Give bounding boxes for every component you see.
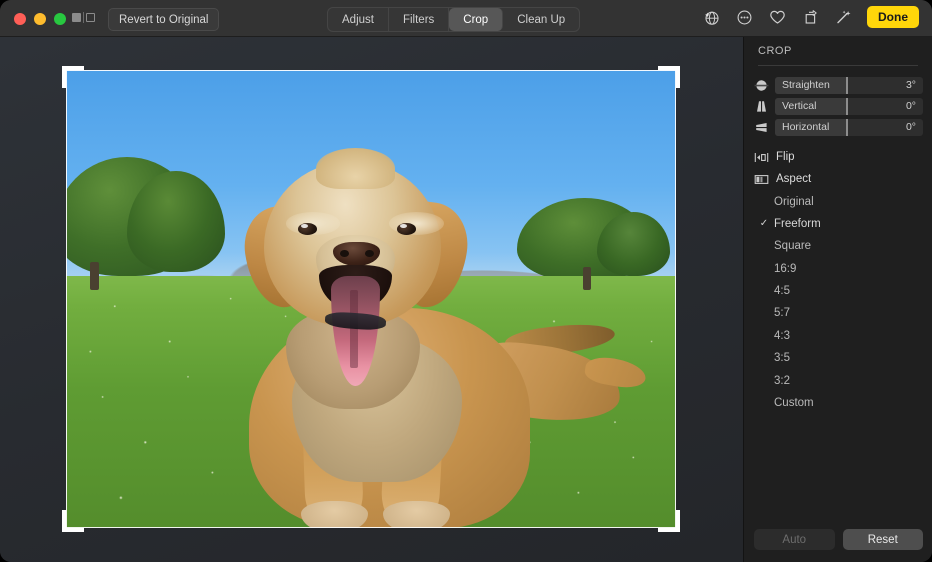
rotate-crop-icon[interactable] [801, 8, 819, 26]
aspect-option-label: 16:9 [774, 263, 796, 275]
tab-adjust[interactable]: Adjust [328, 8, 389, 31]
flip-label: Flip [776, 151, 795, 163]
toolbar: Revert to Original Adjust Filters Crop C… [0, 0, 932, 37]
horizontal-value: 0° [906, 119, 916, 136]
crop-handle-bottom-left-v[interactable] [62, 510, 66, 532]
aspect-option-label: Freeform [774, 218, 821, 230]
photo-canvas [0, 37, 743, 562]
minimize-button[interactable] [34, 13, 46, 25]
flip-icon [754, 150, 769, 165]
horizontal-slider[interactable]: Horizontal 0° [775, 119, 923, 136]
vertical-slider[interactable]: Vertical 0° [775, 98, 923, 115]
dog-nostril-right [365, 250, 374, 257]
heart-icon[interactable] [768, 8, 786, 26]
dog-front-paw-right [383, 501, 450, 528]
aspect-option-3-2[interactable]: 3:2 [754, 372, 923, 389]
aspect-check-freeform: ✓ [754, 218, 774, 229]
more-ellipsis-icon[interactable] [735, 8, 753, 26]
aspect-option-label: 3:5 [774, 352, 790, 364]
done-button[interactable]: Done [867, 6, 919, 28]
aspect-option-label: 5:7 [774, 307, 790, 319]
straighten-slider-row: Straighten 3° [754, 76, 923, 94]
vertical-slider-knob[interactable] [846, 98, 848, 115]
vertical-value: 0° [906, 98, 916, 115]
horizontal-perspective-icon [754, 120, 769, 135]
crop-handle-bottom-right-v[interactable] [676, 510, 680, 532]
auto-label: Auto [782, 534, 806, 546]
horizontal-slider-knob[interactable] [846, 119, 848, 136]
revert-to-original-button[interactable]: Revert to Original [108, 8, 219, 31]
vertical-slider-fill [775, 98, 846, 115]
tab-clean-up[interactable]: Clean Up [503, 8, 579, 31]
dog-nostril-left [340, 250, 349, 257]
photos-edit-window: Revert to Original Adjust Filters Crop C… [0, 0, 932, 562]
straighten-value: 3° [906, 77, 916, 94]
dog-front-paw-left [301, 501, 368, 528]
aspect-option-original[interactable]: Original [754, 193, 923, 210]
vertical-perspective-icon [754, 99, 769, 114]
auto-button[interactable]: Auto [754, 529, 835, 550]
straighten-slider[interactable]: Straighten 3° [775, 77, 923, 94]
aspect-option-label: Square [774, 240, 811, 252]
tab-filters[interactable]: Filters [389, 8, 449, 31]
sidebar-filled-square [72, 13, 81, 22]
close-button[interactable] [14, 13, 26, 25]
aspect-label: Aspect [776, 173, 811, 185]
tab-crop[interactable]: Crop [449, 8, 503, 31]
crop-frame[interactable] [66, 70, 676, 528]
crop-panel: CROP Straighten 3° [743, 37, 932, 562]
sidebar-toggle-icon[interactable] [72, 12, 95, 23]
aspect-option-4-3[interactable]: 4:3 [754, 327, 923, 344]
edit-mode-segmented-control: Adjust Filters Crop Clean Up [327, 7, 580, 32]
sidebar-divider [83, 12, 84, 23]
photo-image [66, 70, 676, 528]
crop-edge-top[interactable] [66, 70, 676, 71]
window-controls [14, 13, 66, 25]
crop-handle-top-right-v[interactable] [676, 66, 680, 88]
crop-edge-left[interactable] [66, 70, 67, 528]
aspect-option-freeform[interactable]: ✓ Freeform [754, 215, 923, 232]
aspect-option-label: 4:5 [774, 285, 790, 297]
aspect-option-label: Original [774, 196, 814, 208]
aspect-option-4-5[interactable]: 4:5 [754, 282, 923, 299]
vertical-slider-row: Vertical 0° [754, 97, 923, 115]
panel-divider [758, 65, 918, 66]
aspect-option-label: 3:2 [774, 375, 790, 387]
globe-sparkle-icon[interactable] [702, 8, 720, 26]
maximize-button[interactable] [54, 13, 66, 25]
straighten-slider-knob[interactable] [846, 77, 848, 94]
aspect-option-custom[interactable]: Custom [754, 394, 923, 411]
crop-edge-bottom[interactable] [66, 527, 676, 528]
done-label: Done [878, 10, 908, 24]
aspect-item[interactable]: Aspect [754, 170, 923, 188]
panel-title: CROP [758, 45, 792, 57]
dog-head-tuft [316, 148, 395, 189]
flip-item[interactable]: Flip [754, 148, 923, 166]
horizontal-slider-fill [775, 119, 846, 136]
crop-handle-top-left-v[interactable] [62, 66, 66, 88]
toolbar-actions: Done [702, 6, 919, 28]
straighten-slider-fill [775, 77, 846, 94]
aspect-option-label: 4:3 [774, 330, 790, 342]
horizontal-slider-row: Horizontal 0° [754, 118, 923, 136]
straighten-icon [754, 78, 769, 93]
reset-button[interactable]: Reset [843, 529, 924, 550]
panel-action-buttons: Auto Reset [754, 529, 923, 550]
aspect-option-3-5[interactable]: 3:5 [754, 349, 923, 366]
revert-to-original-label: Revert to Original [119, 14, 208, 26]
aspect-option-5-7[interactable]: 5:7 [754, 304, 923, 321]
aspect-option-label: Custom [774, 397, 814, 409]
dog-subject [66, 70, 676, 528]
magic-wand-icon[interactable] [834, 8, 852, 26]
aspect-icon [754, 172, 769, 187]
crop-edge-right[interactable] [675, 70, 676, 528]
sidebar-open-square [86, 13, 95, 22]
aspect-option-16-9[interactable]: 16:9 [754, 260, 923, 277]
aspect-option-square[interactable]: Square [754, 237, 923, 254]
reset-label: Reset [868, 534, 898, 546]
